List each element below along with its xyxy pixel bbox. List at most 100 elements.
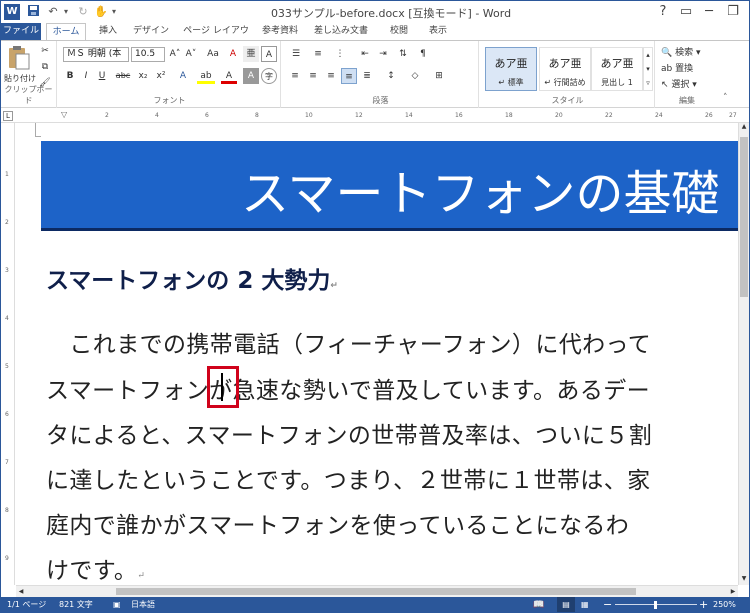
superscript-button[interactable]: x² [153,68,169,84]
proofing-icon[interactable]: ▣ [113,597,121,612]
styles-scroll[interactable]: ▴ ▾ ▿ [643,47,653,91]
redo-icon[interactable]: ↻ [75,4,91,20]
shading-icon[interactable]: ◇ [405,68,425,84]
scroll-down-icon[interactable]: ▼ [739,575,749,585]
tab-view[interactable]: 表示 [421,23,455,40]
tab-review[interactable]: 校閲 [381,23,417,40]
undo-icon[interactable]: ↶ [45,4,61,20]
borders-icon[interactable]: ⊞ [429,68,449,84]
qat-customize-icon[interactable]: ▾ [109,4,119,20]
enclose-char-icon[interactable]: 字 [261,68,277,84]
style-normal[interactable]: あア亜 ↵ 標準 [485,47,537,91]
horizontal-ruler[interactable]: L ▽ 2 4 6 8 10 12 14 16 18 20 22 24 26 27 [1,109,749,123]
undo-dropdown-icon[interactable]: ▾ [61,4,71,20]
char-border-icon[interactable]: A [261,46,277,62]
tab-insert[interactable]: 挿入 [91,23,125,40]
zoom-in-button[interactable]: + [699,597,708,612]
numbering-icon[interactable]: ≡ [309,46,327,62]
tab-design[interactable]: デザイン [129,23,173,40]
document-page[interactable]: スマートフォンの基礎 スマートフォンの 2 大勢力↵ これまでの携帯電話（フィー… [16,123,738,585]
align-right-icon[interactable]: ≡ [323,68,339,84]
body-line-3[interactable]: タによると、スマートフォンの世帯普及率は、ついに５割 [46,416,706,450]
word-count[interactable]: 821 文字 [59,597,93,612]
multilevel-list-icon[interactable]: ⋮ [331,46,349,62]
paste-icon[interactable] [7,45,33,73]
decrease-indent-icon[interactable]: ⇤ [357,46,373,62]
phonetic-guide-icon[interactable]: 亜 [243,46,259,62]
italic-button[interactable]: I [79,68,93,84]
vertical-scrollbar[interactable]: ▲ ▼ [738,123,749,585]
banner-title[interactable]: スマートフォンの基礎 [241,154,720,224]
paste-button-label[interactable]: 貼り付け [4,73,36,84]
ribbon-tabs: ファイル ホーム 挿入 デザイン ページ レイアウト 参考資料 差し込み文書 校… [1,23,749,53]
scroll-left-icon[interactable]: ◀ [16,586,26,597]
style-heading-1[interactable]: あア亜 見出し 1 [591,47,643,91]
word-app-icon[interactable]: W [4,4,20,20]
find-button[interactable]: 🔍 検索 ▾ [661,45,701,58]
align-center-icon[interactable]: ≡ [305,68,321,84]
align-left-icon[interactable]: ≡ [287,68,303,84]
change-case-button[interactable]: Aa [203,46,223,62]
strikethrough-button[interactable]: abc [113,68,133,84]
increase-indent-icon[interactable]: ⇥ [375,46,391,62]
section-heading[interactable]: スマートフォンの 2 大勢力↵ [46,261,338,295]
body-line-6[interactable]: けです。↵ [46,551,706,585]
body-line-4[interactable]: に達したということです。つまり、２世帯に１世帯は、家 [46,461,706,495]
page-count[interactable]: 1/1 ページ [7,597,46,612]
vertical-scroll-thumb[interactable] [740,137,748,297]
zoom-level[interactable]: 250% [713,597,736,612]
tab-selector-icon[interactable]: L [3,111,13,121]
horizontal-scrollbar[interactable]: ◀ ▶ [16,585,738,597]
restore-button[interactable]: ❐ [721,1,745,23]
language-indicator[interactable]: 日本語 [131,597,155,612]
sort-icon[interactable]: ⇅ [395,46,411,62]
body-line-1[interactable]: これまでの携帯電話（フィーチャーフォン）に代わって [46,325,706,359]
highlight-button[interactable]: ab [197,68,215,84]
horizontal-scroll-thumb[interactable] [116,588,636,595]
ribbon-display-icon[interactable]: ▭ [675,1,697,23]
cut-icon[interactable]: ✂ [37,43,53,59]
ruler-tick-label: 12 [355,112,363,119]
zoom-out-button[interactable]: − [603,597,612,612]
copy-icon[interactable]: ⧉ [37,59,53,75]
tab-file[interactable]: ファイル [1,23,41,40]
grow-font-button[interactable]: A˄ [167,46,183,62]
zoom-slider-thumb[interactable] [654,601,658,609]
show-marks-icon[interactable]: ¶ [415,46,431,62]
distributed-icon[interactable]: ≣ [359,68,375,84]
font-name-combo[interactable]: ＭＳ 明朝 (本 [63,47,129,62]
char-shading-button[interactable]: A [243,68,259,84]
scroll-up-icon[interactable]: ▲ [739,123,749,133]
tab-mailings[interactable]: 差し込み文書 [309,23,373,40]
bold-button[interactable]: B [63,68,77,84]
body-line-2[interactable]: スマートフォンが急速な勢いで普及しています。あるデー [46,371,706,405]
body-line-5[interactable]: 庭内で誰かがスマートフォンを使っていることになるわ [46,506,706,540]
font-size-combo[interactable]: 10.5 [131,47,165,62]
tab-home[interactable]: ホーム [46,23,86,41]
font-color-button[interactable]: A [221,68,237,84]
clear-format-button[interactable]: A [225,46,241,62]
tab-page-layout[interactable]: ページ レイアウト [179,23,253,53]
line-spacing-icon[interactable]: ↕ [381,68,401,84]
text-effect-button[interactable]: A [175,68,191,84]
print-layout-icon[interactable]: ▤ [557,597,575,612]
help-button[interactable]: ? [651,1,675,23]
touch-mode-icon[interactable]: ✋ [93,4,109,20]
underline-button[interactable]: U [95,68,109,84]
shrink-font-button[interactable]: A˅ [183,46,199,62]
collapse-ribbon-icon[interactable]: ˄ [723,93,728,103]
indent-marker-icon[interactable]: ▽ [61,110,67,119]
bullets-icon[interactable]: ☰ [287,46,305,62]
scroll-right-icon[interactable]: ▶ [728,586,738,597]
replace-button[interactable]: ab 置換 [661,61,693,74]
style-no-spacing[interactable]: あア亜 ↵ 行間詰め [539,47,591,91]
tab-references[interactable]: 参考資料 [257,23,303,40]
read-mode-icon[interactable]: 📖 [533,597,544,612]
justify-icon[interactable]: ≡ [341,68,357,84]
subscript-button[interactable]: x₂ [135,68,151,84]
minimize-button[interactable]: ─ [697,1,721,23]
web-layout-icon[interactable]: ▦ [581,597,589,612]
select-button[interactable]: ↖ 選択 ▾ [661,77,697,90]
vertical-ruler[interactable]: 1 2 3 4 5 6 7 8 9 [1,123,15,585]
save-icon[interactable] [25,4,41,20]
